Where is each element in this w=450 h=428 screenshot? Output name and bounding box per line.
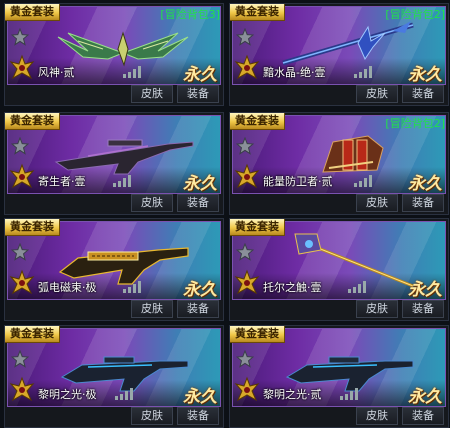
skin-button[interactable]: 皮肤 bbox=[131, 194, 173, 212]
permanent-label: 永久 bbox=[408, 280, 442, 300]
button-bar: 皮肤 装备 bbox=[7, 407, 221, 425]
weapon-name: 黯水晶-绝·壹 bbox=[263, 66, 326, 79]
rank-emblem-icon bbox=[9, 163, 35, 189]
equip-button[interactable]: 装备 bbox=[402, 300, 444, 318]
rank-emblem-icon bbox=[234, 269, 260, 295]
gold-set-badge: 黄金套装 bbox=[5, 113, 60, 130]
rank-emblem-icon bbox=[9, 376, 35, 402]
equip-button[interactable]: 装备 bbox=[177, 407, 219, 425]
signal-bars-icon bbox=[123, 281, 141, 293]
weapon-name: 托尔之触·壹 bbox=[263, 281, 322, 294]
gold-set-badge: 黄金套装 bbox=[230, 4, 285, 21]
signal-bars-icon bbox=[123, 66, 141, 78]
rank-emblem-icon bbox=[9, 54, 35, 80]
skin-button[interactable]: 皮肤 bbox=[356, 194, 398, 212]
backpack-tag: [冒险背包2] bbox=[385, 117, 445, 130]
signal-bars-icon bbox=[354, 66, 372, 78]
weapon-name: 风神·贰 bbox=[38, 66, 75, 79]
skin-button[interactable]: 皮肤 bbox=[356, 85, 398, 103]
skin-button[interactable]: 皮肤 bbox=[356, 300, 398, 318]
weapon-card[interactable]: 黄金套装 托尔之触·壹 永久 皮肤 装备 bbox=[229, 218, 449, 321]
weapon-name: 黎明之光·贰 bbox=[263, 388, 322, 401]
equip-button[interactable]: 装备 bbox=[402, 407, 444, 425]
button-bar: 皮肤 装备 bbox=[232, 194, 446, 212]
star-icon[interactable] bbox=[11, 243, 29, 261]
weapon-name: 能量防卫者·贰 bbox=[263, 175, 333, 188]
weapon-name: 寄生者·壹 bbox=[38, 175, 86, 188]
button-bar: 皮肤 装备 bbox=[232, 85, 446, 103]
weapon-name: 弧电磁束·极 bbox=[38, 281, 97, 294]
weapon-name: 黎明之光·极 bbox=[38, 388, 97, 401]
weapon-card[interactable]: 黄金套装 黎明之光·贰 永久 皮肤 装备 bbox=[229, 325, 449, 428]
star-icon[interactable] bbox=[11, 137, 29, 155]
weapon-card[interactable]: 黄金套装 [冒险背包3] 风神·贰 永久 皮肤 装备 bbox=[4, 3, 224, 106]
gold-set-badge: 黄金套装 bbox=[5, 219, 60, 236]
permanent-label: 永久 bbox=[408, 65, 442, 85]
star-icon[interactable] bbox=[236, 243, 254, 261]
signal-bars-icon bbox=[348, 281, 366, 293]
skin-button[interactable]: 皮肤 bbox=[131, 407, 173, 425]
gold-set-badge: 黄金套装 bbox=[5, 326, 60, 343]
equip-button[interactable]: 装备 bbox=[177, 85, 219, 103]
button-bar: 皮肤 装备 bbox=[7, 194, 221, 212]
gold-set-badge: 黄金套装 bbox=[5, 4, 60, 21]
button-bar: 皮肤 装备 bbox=[232, 407, 446, 425]
star-icon[interactable] bbox=[11, 350, 29, 368]
signal-bars-icon bbox=[354, 175, 372, 187]
weapon-card[interactable]: 黄金套装 弧电磁束·极 永久 皮肤 装备 bbox=[4, 218, 224, 321]
weapon-card[interactable]: 黄金套装 黎明之光·极 永久 皮肤 装备 bbox=[4, 325, 224, 428]
equip-button[interactable]: 装备 bbox=[177, 300, 219, 318]
equip-button[interactable]: 装备 bbox=[402, 194, 444, 212]
rank-emblem-icon bbox=[234, 163, 260, 189]
permanent-label: 永久 bbox=[183, 280, 217, 300]
button-bar: 皮肤 装备 bbox=[7, 85, 221, 103]
skin-button[interactable]: 皮肤 bbox=[131, 300, 173, 318]
rank-emblem-icon bbox=[234, 54, 260, 80]
signal-bars-icon bbox=[113, 175, 131, 187]
weapon-card[interactable]: 黄金套装 寄生者·壹 永久 皮肤 装备 bbox=[4, 112, 224, 215]
equip-button[interactable]: 装备 bbox=[177, 194, 219, 212]
star-icon[interactable] bbox=[11, 28, 29, 46]
weapon-inventory-grid: 黄金套装 [冒险背包3] 风神·贰 永久 皮肤 装备 黄金套装 [冒险背包2] … bbox=[0, 0, 450, 428]
permanent-label: 永久 bbox=[408, 174, 442, 194]
permanent-label: 永久 bbox=[183, 65, 217, 85]
star-icon[interactable] bbox=[236, 350, 254, 368]
star-icon[interactable] bbox=[236, 137, 254, 155]
rank-emblem-icon bbox=[9, 269, 35, 295]
backpack-tag: [冒险背包3] bbox=[160, 8, 220, 21]
gold-set-badge: 黄金套装 bbox=[230, 219, 285, 236]
skin-button[interactable]: 皮肤 bbox=[356, 407, 398, 425]
signal-bars-icon bbox=[340, 388, 358, 400]
gold-set-badge: 黄金套装 bbox=[230, 113, 285, 130]
permanent-label: 永久 bbox=[183, 387, 217, 407]
backpack-tag: [冒险背包2] bbox=[385, 8, 445, 21]
permanent-label: 永久 bbox=[408, 387, 442, 407]
equip-button[interactable]: 装备 bbox=[402, 85, 444, 103]
signal-bars-icon bbox=[115, 388, 133, 400]
permanent-label: 永久 bbox=[183, 174, 217, 194]
weapon-card[interactable]: 黄金套装 [冒险背包2] 能量防卫者·贰 永久 皮肤 装备 bbox=[229, 112, 449, 215]
button-bar: 皮肤 装备 bbox=[7, 300, 221, 318]
gold-set-badge: 黄金套装 bbox=[230, 326, 285, 343]
weapon-card[interactable]: 黄金套装 [冒险背包2] 黯水晶-绝·壹 永久 皮肤 装备 bbox=[229, 3, 449, 106]
skin-button[interactable]: 皮肤 bbox=[131, 85, 173, 103]
star-icon[interactable] bbox=[236, 28, 254, 46]
rank-emblem-icon bbox=[234, 376, 260, 402]
button-bar: 皮肤 装备 bbox=[232, 300, 446, 318]
